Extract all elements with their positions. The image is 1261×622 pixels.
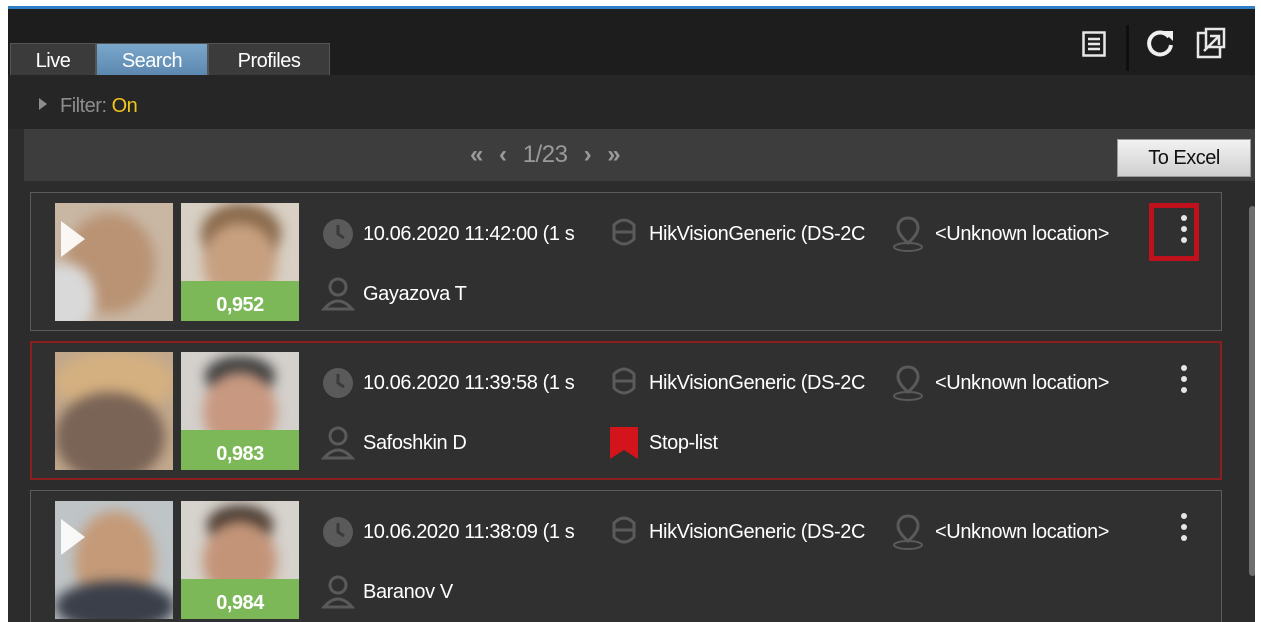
clock-icon [321,217,355,256]
clock-icon [321,366,355,405]
pager-bar: « ‹ 1/23 › » To Excel [24,129,1255,181]
filter-toggle[interactable]: Filter: On [60,95,138,118]
camera-icon [609,364,639,405]
tab-profiles[interactable]: Profiles [208,43,330,77]
result-card-stoplist[interactable]: 0,983 10.06.2020 11:39:58 (1 s HikVision… [30,341,1222,480]
filter-bar: Filter: On [8,75,1255,129]
page-indicator: 1/23 [522,141,568,168]
person-icon [320,275,356,318]
expand-triangle-icon[interactable] [38,97,48,116]
camera-name: HikVisionGeneric (DS-2C [649,372,866,394]
prev-page-button[interactable]: ‹ [499,141,507,168]
location-name: <Unknown location> [935,372,1110,394]
match-score: 0,952 [216,294,264,316]
location-pin-icon [891,513,925,556]
more-menu-icon[interactable] [1175,513,1193,549]
pager: « ‹ 1/23 › » [470,141,630,169]
face-thumbnail[interactable]: 0,983 [181,352,299,470]
face-search-panel: Live Search Profiles Filter: On « ‹ 1/23… [8,6,1255,622]
person-name: Safoshkin D [363,432,467,454]
camera-icon [609,513,639,554]
list-icon[interactable] [1082,31,1106,62]
more-menu-icon[interactable] [1175,215,1193,251]
tab-live[interactable]: Live [10,43,96,77]
person-icon [320,573,356,616]
results-list: 0,952 10.06.2020 11:42:00 (1 s HikVision… [24,182,1255,622]
face-thumbnail[interactable]: 0,984 [181,501,299,619]
snapshot-thumbnail[interactable] [55,203,173,321]
toolbar-separator [1126,25,1129,71]
first-page-button[interactable]: « [470,141,483,168]
filter-status: On [111,95,138,117]
match-score: 0,984 [216,592,264,614]
tab-bar: Live Search Profiles [8,9,1255,77]
snapshot-thumbnail[interactable] [55,352,173,470]
next-page-button[interactable]: › [584,141,592,168]
watchlist-name: Stop-list [649,432,718,454]
results-scrollbar[interactable] [1245,200,1255,620]
person-name: Gayazova T [363,283,467,305]
filter-label: Filter: [60,95,107,117]
result-card[interactable]: 0,984 10.06.2020 11:38:09 (1 s HikVision… [30,490,1222,622]
refresh-icon[interactable] [1145,27,1175,64]
location-pin-icon [891,215,925,258]
more-menu-icon[interactable] [1175,365,1193,401]
face-thumbnail[interactable]: 0,952 [181,203,299,321]
event-timestamp: 10.06.2020 11:42:00 (1 s [363,223,575,245]
play-icon[interactable] [61,221,85,257]
match-score: 0,983 [216,443,264,465]
play-icon[interactable] [61,519,85,555]
scrollbar-thumb[interactable] [1249,206,1255,576]
event-timestamp: 10.06.2020 11:39:58 (1 s [363,372,575,394]
camera-icon [609,215,639,256]
bookmark-flag-icon [609,426,639,465]
clock-icon [321,515,355,554]
event-timestamp: 10.06.2020 11:38:09 (1 s [363,521,575,543]
popout-icon[interactable] [1196,27,1226,64]
location-name: <Unknown location> [935,223,1110,245]
camera-name: HikVisionGeneric (DS-2C [649,521,866,543]
person-icon [320,424,356,467]
location-name: <Unknown location> [935,521,1110,543]
tab-search[interactable]: Search [96,43,208,77]
export-excel-button[interactable]: To Excel [1117,139,1251,177]
person-name: Baranov V [363,581,453,603]
snapshot-thumbnail[interactable] [55,501,173,619]
result-card[interactable]: 0,952 10.06.2020 11:42:00 (1 s HikVision… [30,192,1222,331]
last-page-button[interactable]: » [607,141,620,168]
camera-name: HikVisionGeneric (DS-2C [649,223,866,245]
location-pin-icon [891,364,925,407]
